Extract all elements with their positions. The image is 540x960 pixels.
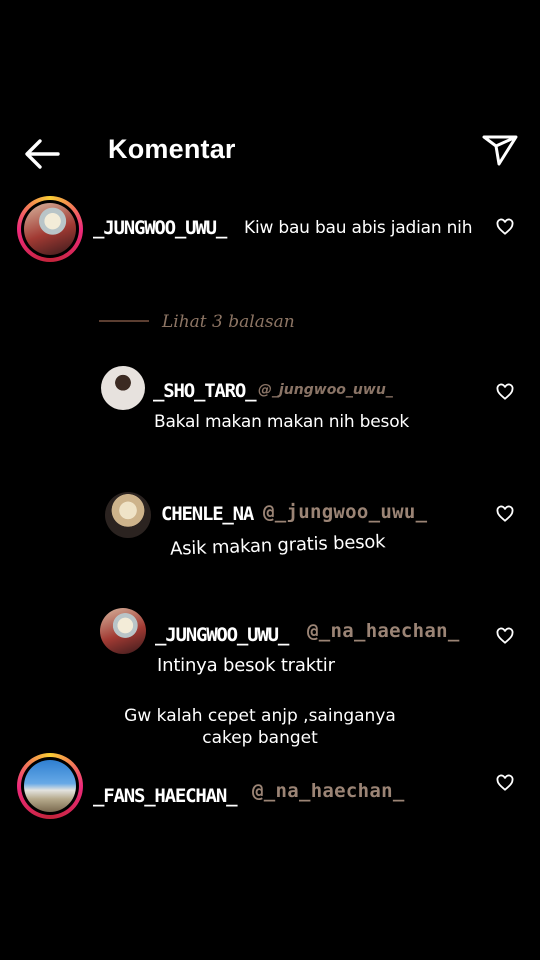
like-button[interactable]: [496, 218, 518, 240]
avatar[interactable]: [101, 366, 145, 410]
reply-text: Intinya besok traktir: [157, 655, 335, 676]
like-button[interactable]: [496, 627, 518, 649]
like-button[interactable]: [496, 505, 518, 527]
reply-text: Bakal makan makan nih besok: [154, 412, 410, 432]
comment-mention[interactable]: @_na_haechan_: [252, 780, 405, 802]
like-button[interactable]: [496, 774, 518, 796]
arrow-left-icon: [25, 139, 60, 169]
comment-text: Kiw bau bau abis jadian nih: [244, 218, 473, 238]
share-button[interactable]: [480, 132, 520, 168]
heart-icon: [496, 218, 514, 235]
avatar-story-ring[interactable]: [17, 196, 83, 262]
reply-username[interactable]: CHENLE_NA: [161, 503, 254, 525]
view-replies-button[interactable]: Lihat 3 balasan: [162, 312, 295, 332]
heart-icon: [496, 774, 514, 791]
comment-username[interactable]: _JUNGWOO_UWU_: [93, 217, 227, 239]
replies-divider: [99, 320, 149, 322]
overlay-caption-line: cakep banget: [202, 728, 318, 748]
overlay-caption-line: Gw kalah cepet anjp ,sainganya: [124, 706, 396, 726]
page-title: Komentar: [108, 134, 236, 164]
reply-username[interactable]: _SHO_TARO_: [153, 380, 257, 402]
reply-mention[interactable]: @_na_haechan_: [307, 620, 460, 642]
reply-mention[interactable]: @_jungwoo_uwu_: [263, 501, 427, 523]
like-button[interactable]: [496, 383, 518, 405]
reply-mention[interactable]: @_jungwoo_uwu_: [258, 382, 393, 398]
avatar[interactable]: [100, 608, 146, 654]
reply-username[interactable]: _JUNGWOO_UWU_: [155, 624, 289, 646]
heart-icon: [496, 505, 514, 522]
avatar-story-ring[interactable]: [17, 753, 83, 819]
avatar[interactable]: [105, 492, 151, 538]
overlay-caption: Gw kalah cepet anjp ,sainganya cakep ban…: [110, 705, 410, 749]
comment-username[interactable]: _FANS_HAECHAN_: [93, 785, 238, 807]
avatar: [24, 760, 76, 812]
reply-text: Asik makan gratis besok: [169, 531, 386, 560]
back-button[interactable]: [22, 136, 62, 172]
paper-plane-icon: [482, 135, 518, 166]
avatar: [24, 203, 76, 255]
heart-icon: [496, 383, 514, 400]
heart-icon: [496, 627, 514, 644]
